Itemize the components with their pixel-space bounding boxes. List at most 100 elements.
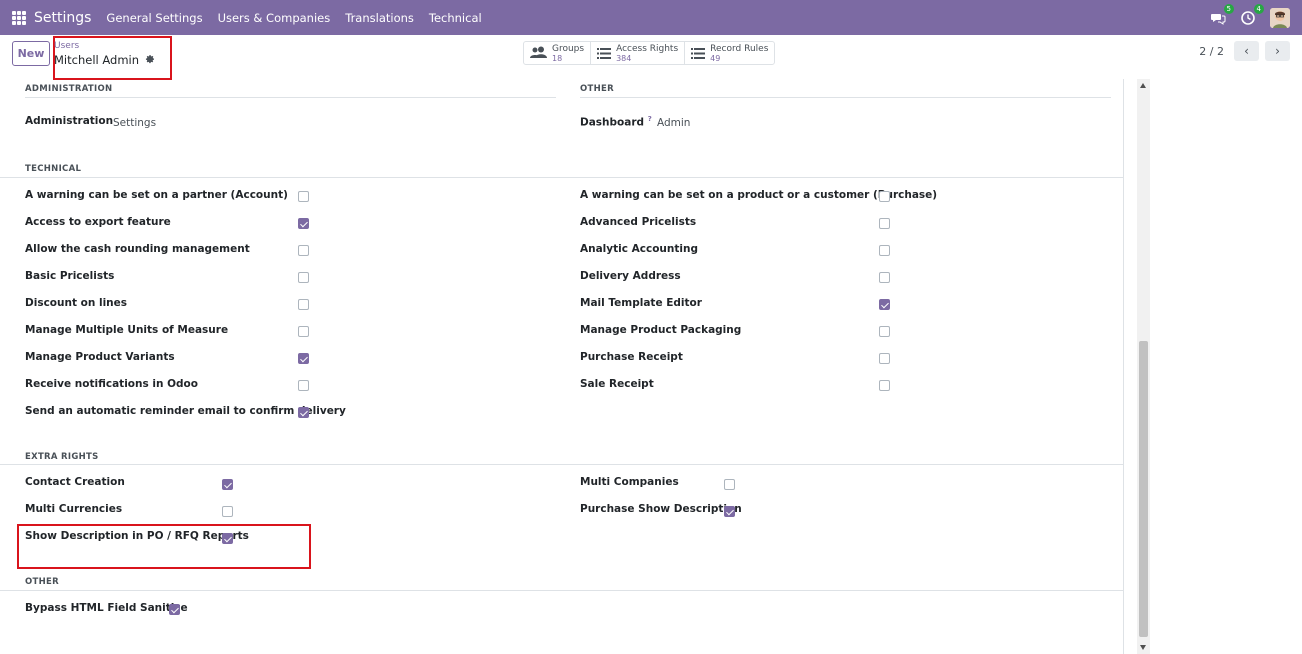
menu-translations[interactable]: Translations [345, 11, 414, 25]
section-divider [25, 97, 556, 98]
help-tooltip-icon[interactable]: ? [648, 115, 652, 123]
extra-left-label-1: Multi Currencies [25, 503, 123, 515]
scrollbar-thumb[interactable] [1139, 341, 1148, 637]
tech-left-checkbox-3[interactable] [298, 272, 309, 283]
section-title-other-bottom: OTHER [25, 577, 59, 587]
scroll-down-arrow-icon[interactable] [1140, 645, 1146, 650]
tech-left-checkbox-5[interactable] [298, 326, 309, 337]
show-description-highlight [17, 524, 311, 569]
dashboard-select[interactable]: Admin [657, 117, 690, 129]
extra-left-label-0: Contact Creation [25, 476, 125, 488]
record-rules-smart-button[interactable]: Record Rules 49 [685, 42, 774, 64]
access-rights-smart-button[interactable]: Access Rights 384 [591, 42, 686, 64]
form-sheet: ADMINISTRATION Administration Settings O… [0, 79, 1124, 654]
groups-smart-button[interactable]: Groups 18 [524, 42, 592, 64]
section-title-administration: ADMINISTRATION [25, 84, 113, 94]
extra-right-checkbox-0[interactable] [724, 479, 735, 490]
record-rules-count: 49 [710, 53, 721, 63]
extra-left-checkbox-0[interactable] [222, 479, 233, 490]
tech-right-checkbox-4[interactable] [879, 299, 890, 310]
tech-right-checkbox-1[interactable] [879, 218, 890, 229]
list-icon [691, 44, 706, 63]
tech-right-label-7: Sale Receipt [580, 378, 654, 390]
tech-left-checkbox-0[interactable] [298, 191, 309, 202]
administration-select[interactable]: Settings [113, 117, 156, 129]
app-brand[interactable]: Settings [34, 10, 91, 26]
tech-right-checkbox-7[interactable] [879, 380, 890, 391]
tech-left-label-0: A warning can be set on a partner (Accou… [25, 189, 288, 201]
top-navbar: Settings General Settings Users & Compan… [0, 0, 1302, 35]
other-label-0: Bypass HTML Field Sanitize [25, 602, 188, 614]
section-divider [0, 177, 1123, 178]
activities-badge: 4 [1253, 3, 1264, 14]
tech-right-label-1: Advanced Pricelists [580, 216, 697, 228]
chevron-left-icon: ‹ [1244, 44, 1249, 58]
messages-badge: 5 [1223, 3, 1234, 14]
tech-right-checkbox-0[interactable] [879, 191, 890, 202]
tech-right-checkbox-3[interactable] [879, 272, 890, 283]
record-rules-label: Record Rules [710, 43, 769, 54]
tech-right-checkbox-2[interactable] [879, 245, 890, 256]
list-icon [597, 44, 612, 63]
extra-left-checkbox-1[interactable] [222, 506, 233, 517]
menu-technical[interactable]: Technical [429, 11, 482, 25]
access-rights-count: 384 [616, 53, 632, 63]
section-divider [0, 464, 1123, 465]
tech-left-label-4: Discount on lines [25, 297, 128, 309]
menu-users-companies[interactable]: Users & Companies [218, 11, 331, 25]
section-divider [0, 590, 1123, 591]
tech-left-label-7: Receive notifications in Odoo [25, 378, 198, 390]
tech-left-checkbox-2[interactable] [298, 245, 309, 256]
groups-count: 18 [552, 53, 563, 63]
section-title-other: OTHER [580, 84, 614, 94]
tech-left-checkbox-1[interactable] [298, 218, 309, 229]
control-panel: New Users Mitchell Admin Groups 18 Acces… [0, 35, 1302, 80]
tech-left-label-2: Allow the cash rounding management [25, 243, 250, 255]
vertical-scrollbar[interactable] [1137, 79, 1150, 654]
dashboard-label-text: Dashboard [580, 116, 645, 129]
extra-right-label-1: Purchase Show Description [580, 503, 742, 515]
breadcrumb-current: Mitchell Admin [54, 53, 155, 67]
tech-left-checkbox-6[interactable] [298, 353, 309, 364]
messages-icon[interactable]: 5 [1210, 3, 1234, 26]
tech-right-label-2: Analytic Accounting [580, 243, 698, 255]
section-title-extra-rights: EXTRA RIGHTS [25, 452, 99, 462]
tech-left-label-6: Manage Product Variants [25, 351, 175, 363]
dashboard-label: Dashboard ? [580, 115, 652, 129]
new-button[interactable]: New [12, 41, 50, 66]
pager: 2 / 2 ‹ › [1199, 41, 1290, 61]
access-rights-label: Access Rights [616, 43, 679, 54]
tech-left-label-3: Basic Pricelists [25, 270, 115, 282]
menu-general-settings[interactable]: General Settings [106, 11, 202, 25]
tech-left-checkbox-4[interactable] [298, 299, 309, 310]
activities-clock-icon[interactable]: 4 [1240, 3, 1264, 26]
section-title-technical: TECHNICAL [25, 164, 82, 174]
pager-value[interactable]: 2 / 2 [1199, 45, 1224, 58]
tech-right-label-6: Purchase Receipt [580, 351, 683, 363]
user-avatar[interactable] [1270, 7, 1290, 28]
extra-right-checkbox-1[interactable] [724, 506, 735, 517]
tech-right-checkbox-5[interactable] [879, 326, 890, 337]
gear-icon[interactable] [145, 53, 155, 67]
breadcrumb-record-name: Mitchell Admin [54, 53, 140, 67]
tech-left-checkbox-8[interactable] [298, 407, 309, 418]
administration-label: Administration [25, 115, 114, 127]
scroll-up-arrow-icon[interactable] [1140, 83, 1146, 88]
tech-right-label-5: Manage Product Packaging [580, 324, 742, 336]
tech-left-label-5: Manage Multiple Units of Measure [25, 324, 229, 336]
tech-left-checkbox-7[interactable] [298, 380, 309, 391]
tech-left-label-1: Access to export feature [25, 216, 171, 228]
extra-right-label-0: Multi Companies [580, 476, 679, 488]
breadcrumb-users-link[interactable]: Users [54, 41, 79, 51]
apps-menu-icon[interactable] [12, 10, 26, 25]
pager-next-button[interactable]: › [1265, 41, 1290, 61]
section-divider [580, 97, 1111, 98]
groups-label: Groups [552, 43, 585, 54]
tech-right-label-3: Delivery Address [580, 270, 681, 282]
pager-previous-button[interactable]: ‹ [1234, 41, 1259, 61]
smart-buttons: Groups 18 Access Rights 384 Record Rules… [523, 41, 776, 65]
tech-right-checkbox-6[interactable] [879, 353, 890, 364]
other-checkbox-0[interactable] [169, 604, 180, 615]
users-group-icon [530, 44, 547, 63]
chevron-right-icon: › [1275, 44, 1280, 58]
